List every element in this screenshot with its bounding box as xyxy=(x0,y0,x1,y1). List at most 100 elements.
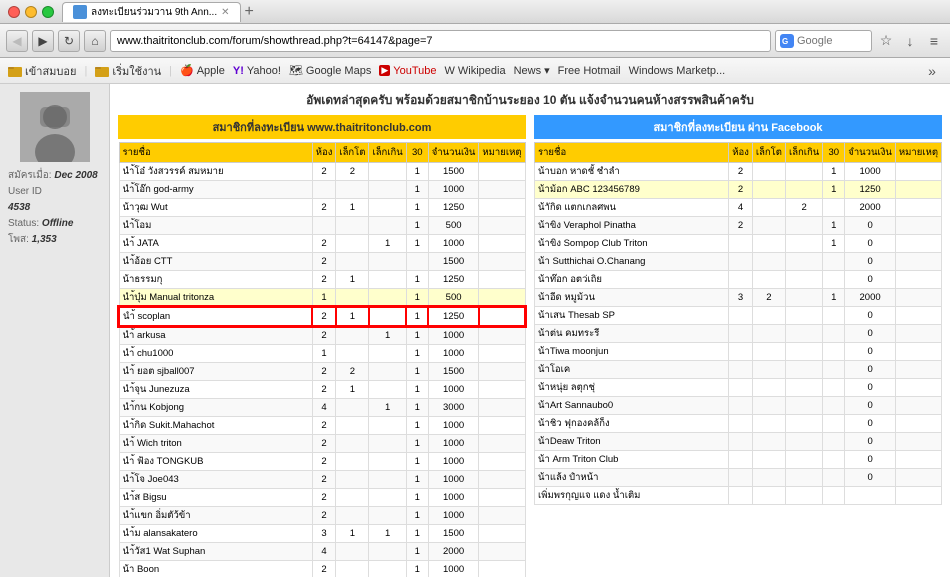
table-row: นำ้ chu1000 1 1 1000 xyxy=(119,344,525,362)
active-tab[interactable]: ลงทะเบียนร่วมวาน 9th Ann... ✕ xyxy=(62,2,241,22)
table-row: น้าเสน Thesab SP 0 xyxy=(535,306,942,324)
table-row: นำ้ ฟ้อง TONGKUB 2 1 1000 xyxy=(119,452,525,470)
bookmark-windows[interactable]: Windows Marketp... xyxy=(629,65,726,77)
right-col-amt: จำนวนเงิน xyxy=(845,142,896,162)
more-bookmarks-icon[interactable]: » xyxy=(922,61,942,81)
wiki-label: Wikipedia xyxy=(458,65,506,77)
table-row: นำ้โอ๊ก god-army 1 1000 xyxy=(119,180,525,198)
close-button[interactable] xyxy=(8,6,20,18)
bookmark-start[interactable]: เริ่มใช้งาน xyxy=(95,62,161,80)
table-row: น้าโอเค 0 xyxy=(535,360,942,378)
new-tab-button[interactable]: + xyxy=(245,3,254,21)
bookmarks-bar: เข้าสมบอย | เริ่มใช้งาน | 🍎 Apple Y! Yah… xyxy=(0,58,950,84)
table-row: น้า Sutthichai O.Chanang 0 xyxy=(535,252,942,270)
maps-label: Google Maps xyxy=(306,65,371,77)
bookmark-yahoo[interactable]: Y! Yahoo! xyxy=(233,65,281,77)
table-row: น้าธรรมกุ 2 1 1 1250 xyxy=(119,270,525,288)
table-row: น้าม้อก ABC 123456789 2 1 1250 xyxy=(535,180,942,198)
table-row: น้า Boon 2 1 1000 xyxy=(119,560,525,577)
table-row: น้าDeaw Triton 0 xyxy=(535,432,942,450)
apple-label: Apple xyxy=(197,65,225,77)
table-row: นำ้ Wich triton 2 1 1000 xyxy=(119,434,525,452)
youtube-icon: ▶ xyxy=(379,65,390,76)
minimize-button[interactable] xyxy=(25,6,37,18)
bookmark-star-icon[interactable]: ☆ xyxy=(876,31,896,51)
forward-button[interactable]: ▶ xyxy=(32,30,54,52)
status-value: Offline xyxy=(42,218,73,229)
right-col-note: หมายเหตุ xyxy=(895,142,941,162)
table-row: นำ้โอม 1 500 xyxy=(119,216,525,234)
left-table-body: นำ้โอ๋ วังสวรรค์ สมหมาย 2 2 1 1500 นำ้โอ… xyxy=(119,162,525,577)
table-row: เพิ่มพรกุญแจ แดง น้ำเติม xyxy=(535,486,942,504)
content-area: สมัครเมื่อ: Dec 2008 User ID 4538 Status… xyxy=(0,84,950,577)
right-table: รายชื่อ ห้อง เล็กโต เล็กเกิน 30 จำนวนเงิ… xyxy=(534,142,942,505)
bookmark-apple[interactable]: 🍎 Apple xyxy=(180,64,225,77)
right-col-30: 30 xyxy=(823,142,845,162)
yahoo-label: Yahoo! xyxy=(247,65,281,77)
table-row: น้าต่น คมทระรี 0 xyxy=(535,324,942,342)
left-section: สมาชิกที่ลงทะเบียน www.thaitritonclub.co… xyxy=(118,115,526,577)
browser-window: ลงทะเบียนร่วมวาน 9th Ann... ✕ + ◀ ▶ ↻ ⌂ … xyxy=(0,0,950,577)
svg-text:G: G xyxy=(782,37,788,46)
table-row: น้าแล้ง ปำหน้า 0 xyxy=(535,468,942,486)
home-button[interactable]: ⌂ xyxy=(84,30,106,52)
table-row: น้าขิง Veraphol Pinatha 2 1 0 xyxy=(535,216,942,234)
navbar: ◀ ▶ ↻ ⌂ G ☆ ↓ ≡ xyxy=(0,24,950,58)
titlebar: ลงทะเบียนร่วมวาน 9th Ann... ✕ + xyxy=(0,0,950,24)
maximize-button[interactable] xyxy=(42,6,54,18)
folder-icon xyxy=(8,64,22,78)
table-row: นำ้แขก อิ่มตัว้ข้า 2 1 1000 xyxy=(119,506,525,524)
separator-2: | xyxy=(169,65,172,77)
bookmark-news[interactable]: News ▾ xyxy=(514,64,550,77)
bookmark-hotmail[interactable]: Free Hotmail xyxy=(558,65,621,77)
page-content: อัพเดทล่าสุดครับ พร้อมด้วยสมาชิกบ้านระยอ… xyxy=(110,84,950,577)
tables-container: สมาชิกที่ลงทะเบียน www.thaitritonclub.co… xyxy=(118,115,942,577)
table-row: นำ้กิด Sukit.Mahachot 2 1 1000 xyxy=(119,416,525,434)
page-title: อัพเดทล่าสุดครับ พร้อมด้วยสมาชิกบ้านระยอ… xyxy=(118,92,942,109)
member-since-value: Dec 2008 xyxy=(54,170,97,181)
refresh-button[interactable]: ↻ xyxy=(58,30,80,52)
right-col-h: ห้อง xyxy=(729,142,753,162)
download-icon[interactable]: ↓ xyxy=(900,31,920,51)
col-header-name: รายชื่อ xyxy=(119,142,312,162)
left-section-header: สมาชิกที่ลงทะเบียน www.thaitritonclub.co… xyxy=(118,115,526,139)
bookmark-youtube[interactable]: ▶ YouTube xyxy=(379,65,436,77)
table-row: น้าชิว ฟุกองคล้ก็ง 0 xyxy=(535,414,942,432)
table-row: น้าท๊อก อตว่เถิย 0 xyxy=(535,270,942,288)
news-label: News ▾ xyxy=(514,64,550,77)
col-header-amt: จำนวนเงิน xyxy=(428,142,479,162)
col-header-note: หมายเหตุ xyxy=(479,142,525,162)
address-bar[interactable] xyxy=(110,30,771,52)
bookmark-label: เข้าสมบอย xyxy=(25,62,76,80)
right-col-name: รายชื่อ xyxy=(535,142,729,162)
table-row: น้า Arm Triton Club 0 xyxy=(535,450,942,468)
table-row: นำ้ม alansakatero 3 1 1 1 1500 xyxy=(119,524,525,542)
table-row: นำ้ arkusa 2 1 1 1000 xyxy=(119,326,525,345)
tab-bar: ลงทะเบียนร่วมวาน 9th Ann... ✕ + xyxy=(62,2,942,22)
avatar-image xyxy=(20,92,90,162)
separator: | xyxy=(84,65,87,77)
tab-close-button[interactable]: ✕ xyxy=(221,7,229,18)
table-row: น้าักิด แตกเกลศพน 4 2 2000 xyxy=(535,198,942,216)
table-row: นำ้ scoplan 2 1 1 1250 xyxy=(119,307,525,326)
settings-icon[interactable]: ≡ xyxy=(924,31,944,51)
google-icon: G xyxy=(780,34,794,48)
user-id-label: User ID xyxy=(8,186,42,197)
search-input[interactable] xyxy=(797,35,867,47)
table-row: นำ้ JATA 2 1 1 1000 xyxy=(119,234,525,252)
user-id-row: User ID 4538 xyxy=(8,184,101,216)
youtube-label: YouTube xyxy=(393,65,436,77)
table-row: นำ้จุน Junezuza 2 1 1 1000 xyxy=(119,380,525,398)
table-row: นำ้โอ๋ วังสวรรค์ สมหมาย 2 2 1 1500 xyxy=(119,162,525,180)
status-label: Status: xyxy=(8,218,39,229)
status-row: Status: Offline xyxy=(8,216,101,232)
back-button[interactable]: ◀ xyxy=(6,30,28,52)
tab-title: ลงทะเบียนร่วมวาน 9th Ann... xyxy=(91,5,217,20)
bookmark-googlemaps[interactable]: 🗺 Google Maps xyxy=(289,64,371,77)
folder-icon-2 xyxy=(95,64,109,78)
bookmark-wikipedia[interactable]: W Wikipedia xyxy=(444,65,505,77)
sidebar-info: สมัครเมื่อ: Dec 2008 User ID 4538 Status… xyxy=(8,168,101,248)
col-header-xs: เล็กเกิน xyxy=(369,142,406,162)
bookmark-saomboy[interactable]: เข้าสมบอย xyxy=(8,62,76,80)
col-header-30: 30 xyxy=(406,142,428,162)
